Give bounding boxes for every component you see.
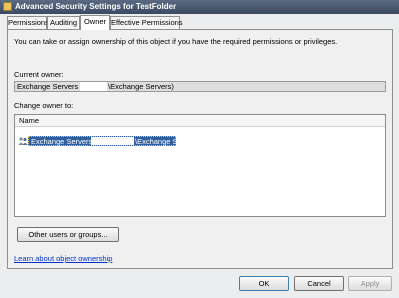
advanced-security-dialog: Advanced Security Settings for TestFolde… [0, 0, 399, 298]
redacted-block [80, 82, 107, 91]
change-owner-label: Change owner to: [14, 101, 74, 110]
current-owner-label: Current owner: [14, 70, 64, 79]
current-owner-suffix: \Exchange Servers) [108, 82, 174, 91]
other-users-button[interactable]: Other users or groups... [17, 227, 119, 242]
cancel-button[interactable]: Cancel [294, 276, 344, 291]
folder-icon [3, 2, 12, 11]
user-group-icon [18, 137, 28, 145]
current-owner-prefix: Exchange Servers [17, 82, 79, 91]
ownership-info-text: You can take or assign ownership of this… [14, 37, 338, 46]
tab-owner[interactable]: Owner [80, 15, 110, 30]
tab-auditing[interactable]: Auditing [47, 16, 80, 29]
window-title: Advanced Security Settings for TestFolde… [15, 2, 177, 11]
selected-owner-entry[interactable]: Exchange Servers \Exchange Servers) [28, 136, 201, 146]
tab-effective-permissions[interactable]: Effective Permissions [110, 16, 183, 29]
list-column-header[interactable]: Name [15, 115, 385, 127]
owner-tab-panel: You can take or assign ownership of this… [7, 29, 393, 269]
title-bar[interactable]: Advanced Security Settings for TestFolde… [0, 0, 399, 14]
owner-candidates-list[interactable]: Name Exchange Servers \Exchange Servers) [14, 114, 386, 217]
apply-button[interactable]: Apply [348, 276, 392, 291]
ok-button[interactable]: OK [239, 276, 289, 291]
current-owner-field: Exchange Servers \Exchange Servers) [14, 81, 386, 92]
tab-permissions[interactable]: Permissions [7, 16, 49, 29]
owner-entry-prefix: Exchange Servers [31, 137, 93, 146]
column-name-label: Name [19, 116, 40, 125]
learn-ownership-link[interactable]: Learn about object ownership [14, 254, 112, 264]
list-item[interactable]: Exchange Servers \Exchange Servers) [15, 135, 385, 147]
redacted-block [91, 137, 134, 145]
owner-entry-suffix: \Exchange Servers) [135, 137, 201, 146]
